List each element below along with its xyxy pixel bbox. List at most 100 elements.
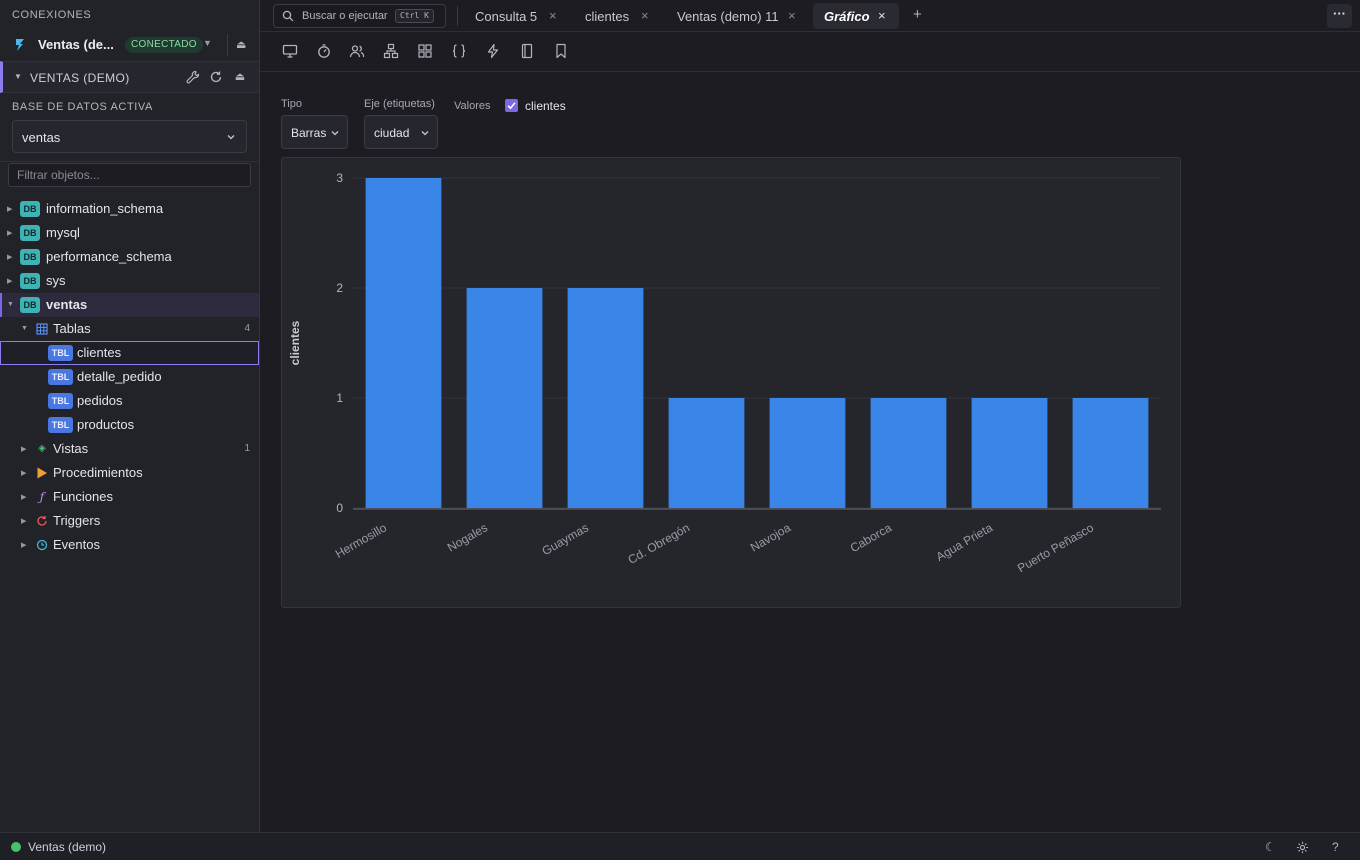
db-tag: DB	[20, 273, 40, 289]
y-tick-label: 2	[336, 281, 343, 295]
db-name: sys	[46, 273, 66, 288]
tree-group-triggers[interactable]: ▶ Triggers	[0, 509, 259, 533]
connection-dropdown-icon[interactable]: ▼	[203, 38, 212, 48]
group-label: Tablas	[53, 321, 91, 336]
group-count: 4	[244, 323, 250, 334]
expand-icon[interactable]: ▶	[21, 517, 26, 525]
filter-objects-input[interactable]	[8, 163, 251, 187]
db-tag: DB	[20, 201, 40, 217]
expand-icon[interactable]: ▶	[21, 469, 26, 477]
connections-title: CONEXIONES	[12, 9, 92, 21]
db-name: information_schema	[46, 201, 164, 216]
db-tag: DB	[20, 249, 40, 265]
dolphin-logo-icon	[16, 39, 24, 51]
shortcut-hint: Ctrl K	[395, 9, 434, 23]
chevron-down-icon	[421, 131, 429, 136]
command-search[interactable]: Buscar o ejecutar Ctrl K	[273, 4, 446, 28]
series-checkbox[interactable]	[505, 99, 518, 112]
group-label: Funciones	[53, 489, 113, 504]
connection-status-dot	[11, 842, 21, 852]
tree-item-db[interactable]: ▶ DB sys	[0, 269, 259, 293]
db-tag: DB	[20, 297, 40, 313]
expand-icon[interactable]: ▶	[7, 205, 12, 213]
lightning-icon[interactable]	[485, 43, 501, 59]
more-options-button[interactable]: ···	[1327, 4, 1352, 28]
close-icon[interactable]: ×	[878, 8, 886, 23]
x-tick-label: Cd. Obregón	[625, 520, 692, 566]
grid-icon[interactable]	[417, 43, 433, 59]
expand-icon[interactable]: ▶	[7, 253, 12, 261]
gear-icon[interactable]	[1296, 841, 1309, 854]
bookmark-icon[interactable]	[553, 43, 569, 59]
tab-clientes[interactable]: clientes ×	[575, 3, 655, 29]
tree-item-table[interactable]: TBL pedidos	[0, 389, 259, 413]
connection-row[interactable]: Ventas (de... CONECTADO ▼ ⏏	[0, 30, 259, 60]
moon-icon[interactable]: ☾	[1265, 840, 1276, 854]
bar	[870, 398, 947, 508]
tree-item-db[interactable]: ▶ DB performance_schema	[0, 245, 259, 269]
toolbar	[260, 32, 1360, 72]
wrench-icon[interactable]	[186, 70, 200, 84]
expand-icon[interactable]: ▶	[21, 541, 26, 549]
bar	[567, 288, 644, 508]
expand-icon[interactable]: ▶	[7, 277, 12, 285]
tree-group-views[interactable]: ▶ ◈ Vistas 1	[0, 437, 259, 461]
tab-grafico[interactable]: Gráfico ×	[813, 3, 899, 29]
expand-icon[interactable]: ▶	[7, 229, 12, 237]
db-section-header[interactable]: ▼ VENTAS (DEMO) ⏏	[0, 61, 259, 93]
add-tab-button[interactable]: +	[913, 6, 922, 23]
sidebar: CONEXIONES Ventas (de... CONECTADO ▼ ⏏ ▼…	[0, 0, 260, 832]
tree-item-table-selected[interactable]: TBL clientes	[0, 341, 259, 365]
tree-group-procedures[interactable]: ▶ Procedimientos	[0, 461, 259, 485]
refresh-icon[interactable]	[209, 70, 223, 84]
db-name: mysql	[46, 225, 80, 240]
disconnect-icon[interactable]: ⏏	[236, 38, 246, 51]
close-icon[interactable]: ×	[549, 8, 557, 23]
help-icon[interactable]: ?	[1332, 840, 1339, 854]
expand-icon[interactable]: ▶	[21, 445, 26, 453]
bar	[971, 398, 1048, 508]
tab-ventas-demo-11[interactable]: Ventas (demo) 11 ×	[667, 3, 802, 29]
search-icon	[282, 10, 294, 22]
table-tag: TBL	[48, 369, 73, 385]
timer-icon[interactable]	[316, 43, 332, 59]
x-tick-label: Guaymas	[540, 520, 591, 558]
users-icon[interactable]	[349, 43, 365, 59]
tab-bar: Buscar o ejecutar Ctrl K Consulta 5 × cl…	[260, 0, 1360, 32]
tree-item-db[interactable]: ▶ DB mysql	[0, 221, 259, 245]
braces-icon[interactable]	[451, 43, 467, 59]
tree-item-table[interactable]: TBL detalle_pedido	[0, 365, 259, 389]
monitor-icon[interactable]	[282, 43, 298, 59]
notebook-icon[interactable]	[519, 43, 535, 59]
tree-item-db-active[interactable]: ▼ DB ventas	[0, 293, 259, 317]
chart-type-select[interactable]: Barras	[281, 115, 348, 149]
active-db-select[interactable]: ventas	[12, 120, 247, 153]
chevron-down-icon	[227, 135, 235, 140]
expand-icon[interactable]: ▶	[21, 493, 26, 501]
tab-label: Gráfico	[824, 9, 870, 24]
tree-group-functions[interactable]: ▶ ƒ Funciones	[0, 485, 259, 509]
db-section-label: VENTAS (DEMO)	[30, 71, 130, 85]
hierarchy-icon[interactable]	[383, 43, 399, 59]
bar	[668, 398, 745, 508]
collapse-icon[interactable]: ▼	[21, 325, 28, 332]
close-icon[interactable]: ×	[641, 8, 649, 23]
tree-group-events[interactable]: ▶ Eventos	[0, 533, 259, 557]
divider	[457, 6, 458, 26]
tree-item-db[interactable]: ▶ DB information_schema	[0, 197, 259, 221]
collapse-icon[interactable]: ▼	[14, 72, 22, 81]
tab-consulta-5[interactable]: Consulta 5 ×	[465, 3, 565, 29]
close-icon[interactable]: ×	[788, 8, 796, 23]
axis-select[interactable]: ciudad	[364, 115, 438, 149]
tree-item-table[interactable]: TBL productos	[0, 413, 259, 437]
tab-label: Ventas (demo) 11	[677, 9, 779, 24]
chevron-down-icon	[331, 131, 339, 136]
group-count: 1	[244, 443, 250, 454]
divider	[0, 161, 259, 162]
tree-group-tables[interactable]: ▼ Tablas 4	[0, 317, 259, 341]
eject-icon[interactable]: ⏏	[233, 70, 247, 84]
collapse-icon[interactable]: ▼	[7, 301, 14, 308]
values-label: Valores	[454, 100, 491, 112]
bar	[466, 288, 543, 508]
chart-type-label: Tipo	[281, 98, 302, 110]
